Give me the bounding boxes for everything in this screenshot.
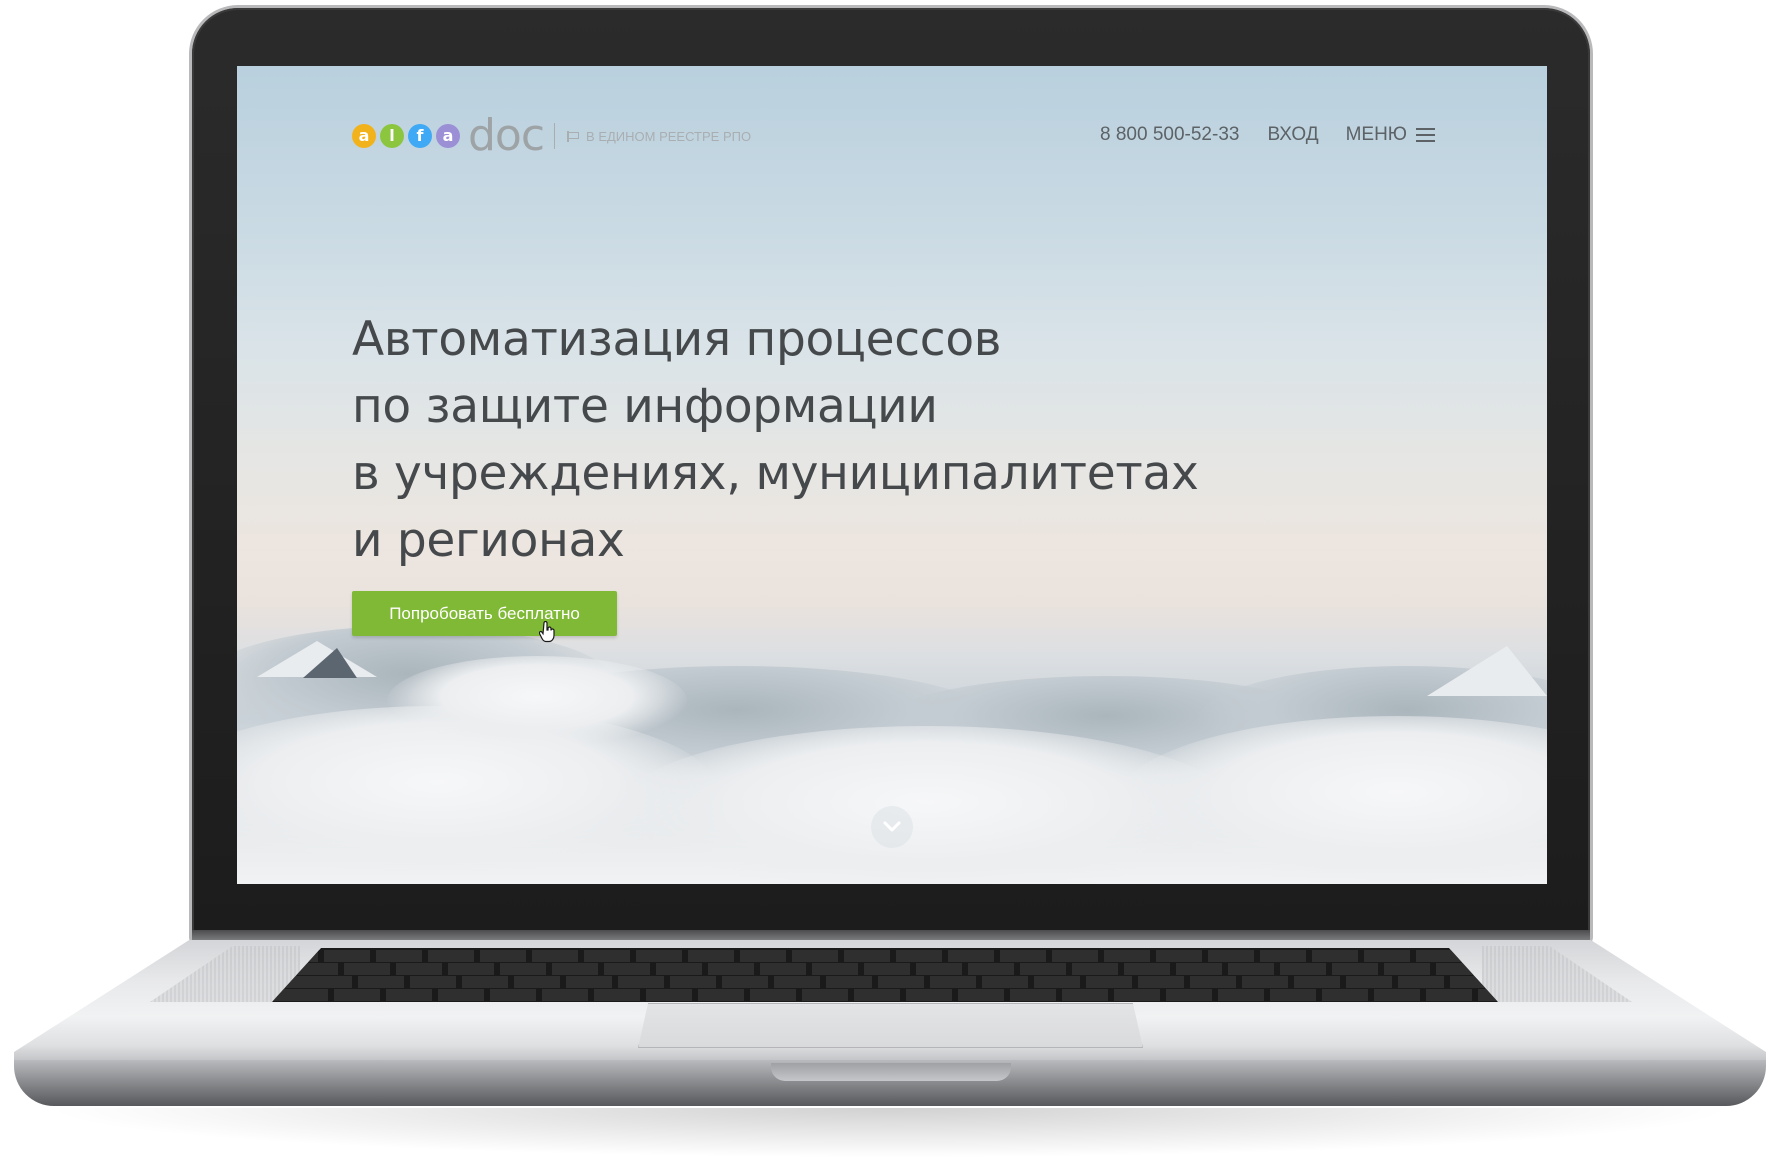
laptop-keyboard: [272, 948, 1498, 1002]
logo-divider: [554, 123, 556, 149]
scroll-down-button[interactable]: [871, 806, 913, 848]
menu-label: МЕНЮ: [1345, 124, 1407, 145]
logo-word: doc: [468, 110, 545, 161]
header-nav: 8 800 500-52-33 ВХОД МЕНЮ: [1100, 124, 1435, 146]
key-row: [272, 976, 1498, 988]
phone-link[interactable]: 8 800 500-52-33: [1100, 124, 1239, 146]
key-row: [272, 963, 1498, 975]
cloud: [387, 656, 687, 746]
key-row: [272, 989, 1498, 1001]
burger-icon: [1416, 128, 1435, 142]
chevron-down-icon: [883, 821, 901, 832]
key-row: [272, 950, 1498, 962]
laptop-trackpad: [638, 1003, 1143, 1048]
try-free-button[interactable]: Попробовать бесплатно: [352, 591, 617, 636]
laptop-screen: a l f a doc В ЕДИНОМ РЕЕСТРЕ РПО 8 800 5…: [237, 66, 1547, 884]
logo-letter-a: a: [352, 124, 376, 148]
hero-title-line: и регионах: [352, 513, 625, 568]
menu-button[interactable]: МЕНЮ: [1346, 124, 1435, 146]
mountain-shadow: [303, 648, 357, 678]
lid-notch: [771, 1063, 1011, 1081]
site-header: a l f a doc В ЕДИНОМ РЕЕСТРЕ РПО 8 800 5…: [237, 66, 1547, 196]
site-logo[interactable]: a l f a doc В ЕДИНОМ РЕЕСТРЕ РПО: [352, 110, 751, 161]
flag-icon: [567, 130, 580, 142]
hero-title-line: в учреждениях, муниципалитетах: [352, 446, 1199, 501]
mountain-peak: [1427, 646, 1547, 696]
logo-letter-f: f: [408, 124, 432, 148]
registry-note: В ЕДИНОМ РЕЕСТРЕ РПО: [567, 129, 751, 144]
laptop-shadow: [40, 1108, 1740, 1158]
hero-title-line: по защите информации: [352, 379, 938, 434]
hero-title-line: Автоматизация процессов: [352, 312, 1002, 367]
login-link[interactable]: ВХОД: [1267, 124, 1318, 146]
logo-letter-l: l: [380, 124, 404, 148]
hand-cursor-icon: [539, 621, 555, 643]
registry-note-text: В ЕДИНОМ РЕЕСТРЕ РПО: [586, 128, 752, 144]
hero-title: Автоматизация процессов по защите информ…: [352, 306, 1199, 574]
logo-letter-a2: a: [436, 124, 460, 148]
